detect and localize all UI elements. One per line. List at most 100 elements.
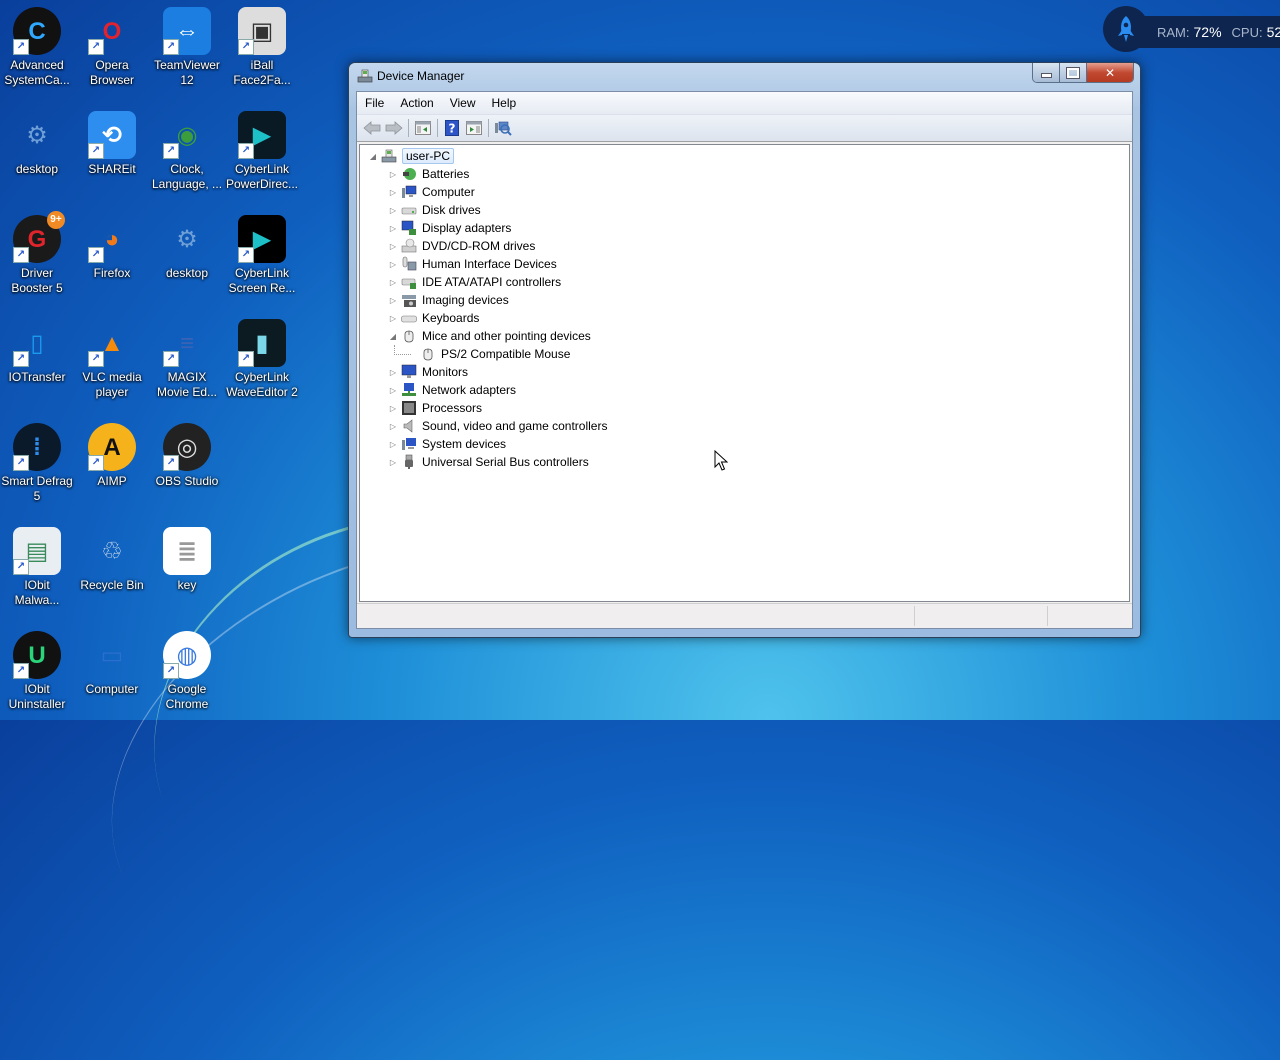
desktop-icon[interactable]: ⇔ ↗ TeamViewer 12 — [150, 7, 224, 88]
app-icon: ◎ ↗ — [163, 423, 211, 471]
tree-category[interactable]: ▷ Monitors — [388, 363, 468, 381]
desktop-icon[interactable]: ♲ Recycle Bin — [75, 527, 149, 593]
tree-category-label[interactable]: DVD/CD-ROM drives — [422, 239, 535, 253]
tree-category[interactable]: ▷ Universal Serial Bus controllers — [388, 453, 589, 471]
tree-category-label[interactable]: IDE ATA/ATAPI controllers — [422, 275, 561, 289]
tree-category[interactable]: ▷ Sound, video and game controllers — [388, 417, 608, 435]
toolbar-separator — [437, 119, 438, 137]
title-bar[interactable]: Device Manager ✕ — [349, 63, 1140, 89]
tree-device-label[interactable]: PS/2 Compatible Mouse — [441, 347, 570, 361]
tree-category-label[interactable]: Human Interface Devices — [422, 257, 557, 271]
tree-category-label[interactable]: Disk drives — [422, 203, 481, 217]
desktop-icon[interactable]: G 9+ ↗ Driver Booster 5 — [0, 211, 74, 296]
desktop-icon[interactable]: ▮ ↗ CyberLink WaveEditor 2 — [225, 319, 299, 400]
forward-button[interactable] — [383, 118, 405, 138]
expand-arrow-icon[interactable]: ▷ — [388, 278, 398, 287]
menu-action[interactable]: Action — [392, 96, 441, 110]
desktop-icon[interactable]: ▲ ↗ VLC media player — [75, 319, 149, 400]
tree-category-label[interactable]: Keyboards — [422, 311, 479, 325]
tree-category[interactable]: ▷ System devices — [388, 435, 506, 453]
expand-arrow-icon[interactable]: ▷ — [388, 440, 398, 449]
expand-arrow-icon[interactable]: ▷ — [388, 368, 398, 377]
tree-category-label[interactable]: Imaging devices — [422, 293, 509, 307]
expand-arrow-icon[interactable]: ▷ — [388, 188, 398, 197]
tree-category[interactable]: ▷ IDE ATA/ATAPI controllers — [388, 273, 561, 291]
desktop-icon[interactable]: A ↗ AIMP — [75, 423, 149, 489]
tree-category[interactable]: ▷ Network adapters — [388, 381, 516, 399]
minimize-button[interactable] — [1033, 63, 1060, 82]
menu-file[interactable]: File — [357, 96, 392, 110]
desktop-icon[interactable]: ⟲ ↗ SHAREit — [75, 111, 149, 177]
expand-arrow-icon[interactable]: ▷ — [388, 260, 398, 269]
menu-view[interactable]: View — [442, 96, 484, 110]
tree-device[interactable]: PS/2 Compatible Mouse — [394, 345, 570, 363]
desktop-icon[interactable]: ◕ ↗ Firefox — [75, 215, 149, 281]
tree-category-label[interactable]: Batteries — [422, 167, 469, 181]
expand-arrow-icon[interactable]: ▷ — [388, 458, 398, 467]
desktop-icon[interactable]: ▤ ↗ IObit Malwa... — [0, 527, 74, 608]
collapse-arrow-icon[interactable]: ◢ — [368, 152, 378, 161]
tree-category[interactable]: ▷ Computer — [388, 183, 475, 201]
tree-category-label[interactable]: Monitors — [422, 365, 468, 379]
desktop-icon-label: Chrome — [165, 697, 209, 711]
expand-arrow-icon[interactable]: ▷ — [388, 314, 398, 323]
desktop-icon[interactable]: ◍ ↗ Google Chrome — [150, 631, 224, 712]
expand-arrow-icon[interactable]: ▷ — [388, 242, 398, 251]
desktop-icon[interactable]: ▶ ↗ CyberLink Screen Re... — [225, 215, 299, 296]
tree-category-label[interactable]: System devices — [422, 437, 506, 451]
desktop-icon[interactable]: ◉ ↗ Clock, Language, ... — [150, 111, 224, 192]
expand-arrow-icon[interactable]: ▷ — [388, 386, 398, 395]
desktop-icon[interactable]: ▭ Computer — [75, 631, 149, 697]
desktop-icon-label: Uninstaller — [8, 697, 66, 711]
tree-category-label[interactable]: Display adapters — [422, 221, 511, 235]
expand-arrow-icon[interactable]: ▷ — [388, 404, 398, 413]
tree-root-label[interactable]: user-PC — [402, 148, 455, 164]
tree-category[interactable]: ▷ Disk drives — [388, 201, 481, 219]
desktop-icon[interactable]: ≣ key — [150, 527, 224, 593]
desktop-icon[interactable]: C ↗ Advanced SystemCa... — [0, 7, 74, 88]
tree-category[interactable]: ▷ Keyboards — [388, 309, 479, 327]
tree-category[interactable]: ▷ Display adapters — [388, 219, 511, 237]
back-button[interactable] — [361, 118, 383, 138]
desktop-icon[interactable]: ▣ ↗ iBall Face2Fa... — [225, 7, 299, 88]
scan-hardware-changes-button[interactable] — [492, 118, 514, 138]
tree-category-label[interactable]: Sound, video and game controllers — [422, 419, 607, 433]
properties-pane-button[interactable] — [463, 118, 485, 138]
show-hide-console-tree-button[interactable] — [412, 118, 434, 138]
tree-category[interactable]: ◢ Mice and other pointing devices — [388, 327, 591, 345]
tree-category-label[interactable]: Computer — [422, 185, 475, 199]
desktop-icon[interactable]: ▯ ↗ IOTransfer — [0, 319, 74, 385]
tree-category-label[interactable]: Universal Serial Bus controllers — [422, 455, 589, 469]
desktop-icon[interactable]: U ↗ IObit Uninstaller — [0, 631, 74, 712]
help-button[interactable]: ? — [441, 118, 463, 138]
desktop-icon[interactable]: ◎ ↗ OBS Studio — [150, 423, 224, 489]
expand-arrow-icon[interactable]: ▷ — [388, 296, 398, 305]
maximize-button[interactable] — [1060, 63, 1087, 82]
expand-arrow-icon[interactable]: ▷ — [388, 422, 398, 431]
tree-category[interactable]: ▷ DVD/CD-ROM drives — [388, 237, 535, 255]
system-monitor-widget[interactable]: RAM: 72% CPU: 52% — [1103, 6, 1280, 52]
tree-category-label[interactable]: Network adapters — [422, 383, 516, 397]
tree-category[interactable]: ▷ Imaging devices — [388, 291, 509, 309]
collapse-arrow-icon[interactable]: ◢ — [388, 332, 398, 341]
tree-category[interactable]: ▷ Processors — [388, 399, 482, 417]
desktop-icon[interactable]: ≡ ↗ MAGIX Movie Ed... — [150, 319, 224, 400]
toolbar-separator — [488, 119, 489, 137]
menu-help[interactable]: Help — [484, 96, 525, 110]
tree-root[interactable]: ◢ user-PC — [368, 147, 455, 165]
close-button[interactable]: ✕ — [1087, 63, 1133, 82]
tree-category-label[interactable]: Mice and other pointing devices — [422, 329, 591, 343]
desktop-icon[interactable]: ⚙ desktop — [150, 215, 224, 281]
tree-category-label[interactable]: Processors — [422, 401, 482, 415]
tree-category[interactable]: ▷ Human Interface Devices — [388, 255, 557, 273]
desktop-icon[interactable]: ⚙ desktop — [0, 111, 74, 177]
desktop-icon[interactable]: ⁞ ↗ Smart Defrag 5 — [0, 423, 74, 504]
expand-arrow-icon[interactable]: ▷ — [388, 206, 398, 215]
device-tree[interactable]: ◢ user-PC ▷ Batteries ▷ Computer ▷ Disk drive… — [359, 144, 1130, 602]
expand-arrow-icon[interactable]: ▷ — [388, 170, 398, 179]
desktop-icon[interactable]: ▶ ↗ CyberLink PowerDirec... — [225, 111, 299, 192]
tree-category[interactable]: ▷ Batteries — [388, 165, 469, 183]
expand-arrow-icon[interactable]: ▷ — [388, 224, 398, 233]
desktop-icon[interactable]: O ↗ Opera Browser — [75, 7, 149, 88]
rocket-icon[interactable] — [1103, 6, 1149, 52]
